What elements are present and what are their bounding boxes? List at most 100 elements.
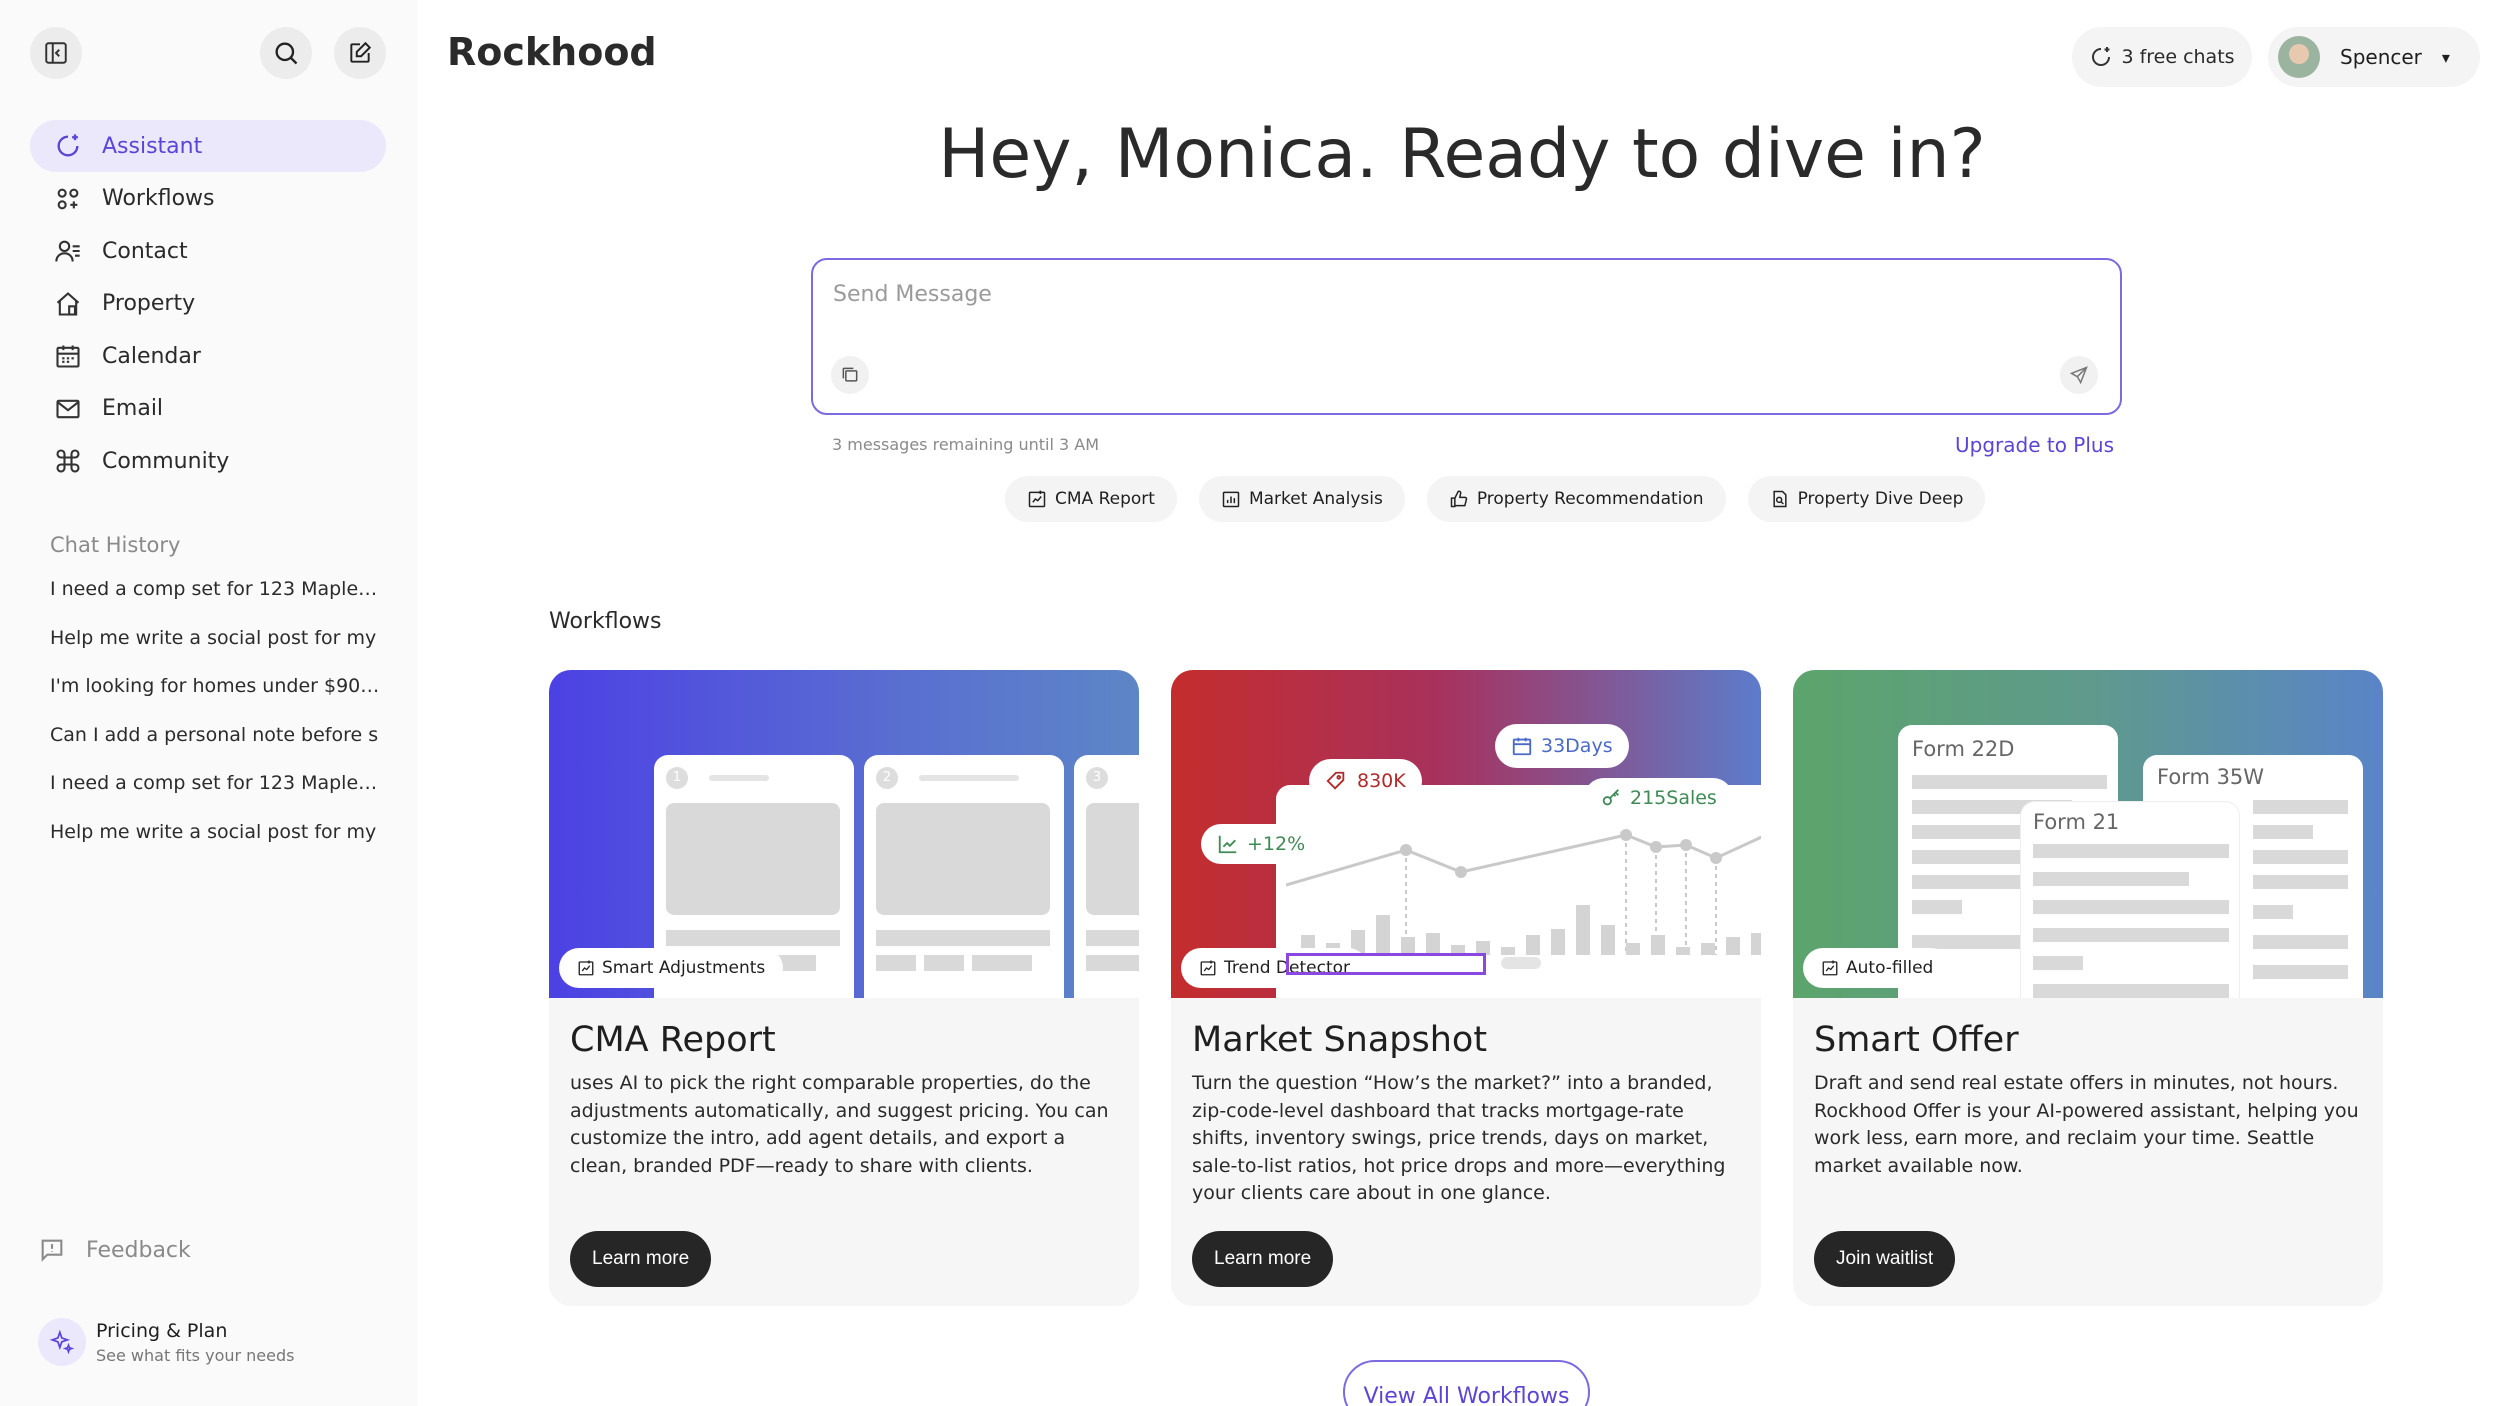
chart-icon xyxy=(1222,491,1240,508)
chip-label: Property Recommendation xyxy=(1476,489,1704,509)
sidebar-item-workflows[interactable]: Workflows xyxy=(30,173,386,225)
chat-history-item[interactable]: Help me write a social post for my xyxy=(50,627,380,676)
learn-more-button[interactable]: Learn more xyxy=(1192,1231,1334,1287)
learn-more-button[interactable]: Learn more xyxy=(570,1231,712,1287)
calendar-icon xyxy=(1512,737,1532,756)
chevron-down-icon: ▾ xyxy=(2441,47,2450,67)
sidebar-nav: Assistant Workflows Contact Property Cal… xyxy=(30,120,386,488)
form-document: Form 21 xyxy=(2021,802,2239,998)
sparkle-icon xyxy=(38,1318,86,1366)
form-label: Form 21 xyxy=(2033,810,2120,834)
sidebar-item-label: Property xyxy=(102,291,196,316)
price-stat-pill: 830K xyxy=(1309,759,1422,803)
chat-history-item[interactable]: I need a comp set for 123 Maple S... xyxy=(50,578,380,627)
card-title: Smart Offer xyxy=(1814,1020,2019,1060)
sidebar-item-calendar[interactable]: Calendar xyxy=(30,330,386,382)
chip-property-recommendation[interactable]: Property Recommendation xyxy=(1426,476,1726,522)
pricing-subtitle: See what fits your needs xyxy=(96,1345,295,1365)
thumbs-up-icon xyxy=(1450,490,1468,508)
comp-panel: 3 xyxy=(1074,755,1139,998)
chip-label: Market Analysis xyxy=(1248,489,1383,509)
pricing-text: Pricing & Plan See what fits your needs xyxy=(96,1320,294,1365)
sidebar-item-email[interactable]: Email xyxy=(30,383,386,435)
avatar xyxy=(2278,36,2320,78)
chip-label: Property Dive Deep xyxy=(1797,489,1964,509)
chip-cma-report[interactable]: CMA Report xyxy=(1005,476,1177,522)
message-input[interactable] xyxy=(833,282,2033,307)
card-description: uses AI to pick the right comparable pro… xyxy=(570,1072,1109,1177)
suggestion-chips: CMA Report Market Analysis Property Reco… xyxy=(1005,476,1986,522)
form-label: Form 22D xyxy=(1912,737,2015,761)
toggle-sidebar-button[interactable] xyxy=(30,27,82,79)
free-chats-label: 3 free chats xyxy=(2121,46,2235,68)
contact-icon xyxy=(52,235,84,267)
sidebar-item-label: Assistant xyxy=(102,133,203,159)
card-body: CMA Report uses AI to pick the right com… xyxy=(570,1020,1120,1180)
card-description: Turn the question “How’s the market?” in… xyxy=(1192,1072,1726,1204)
step-number: 2 xyxy=(876,767,898,789)
sidebar-item-contact[interactable]: Contact xyxy=(30,225,386,277)
feedback-link[interactable]: Feedback xyxy=(38,1236,191,1264)
messages-remaining: 3 messages remaining until 3 AM xyxy=(832,435,1100,454)
chat-history-item[interactable]: I need a comp set for 123 Maple Str xyxy=(50,772,380,821)
feedback-icon xyxy=(41,1239,63,1262)
sales-stat-pill: 215Sales xyxy=(1584,778,1733,818)
trend-up-icon xyxy=(1218,835,1237,854)
key-icon xyxy=(1602,789,1619,806)
card-title: CMA Report xyxy=(570,1020,776,1060)
sidebar: Assistant Workflows Contact Property Cal… xyxy=(0,0,417,1406)
sidebar-item-label: Community xyxy=(102,448,230,474)
assistant-icon xyxy=(2092,47,2111,66)
sidebar-item-community[interactable]: Community xyxy=(30,435,386,487)
pricing-title: Pricing & Plan xyxy=(96,1319,228,1342)
workflow-card-market-snapshot[interactable]: 830K 33Days 215Sales +12% Trend Detector… xyxy=(1171,670,1761,1306)
sidebar-item-label: Email xyxy=(102,396,164,421)
change-stat-pill: +12% xyxy=(1201,824,1322,864)
workflow-card-cma-report[interactable]: 1 2 3 Smart Adjustments CMA Report uses … xyxy=(549,670,1139,1306)
user-menu[interactable]: Spencer ▾ xyxy=(2268,27,2480,87)
community-icon xyxy=(52,445,84,477)
join-waitlist-button[interactable]: Join waitlist xyxy=(1814,1231,1956,1287)
chat-history-list: I need a comp set for 123 Maple S... Hel… xyxy=(50,578,380,869)
workflow-card-smart-offer[interactable]: Form 22D Form 35W Form 21 Auto-filled Sm… xyxy=(1793,670,2383,1306)
email-icon xyxy=(52,393,84,425)
new-chat-button[interactable] xyxy=(334,27,386,79)
view-all-workflows-button[interactable]: View All Workflows xyxy=(1343,1360,1590,1406)
edit-icon xyxy=(350,41,372,63)
change-stat: +12% xyxy=(1247,833,1306,855)
chip-market-analysis[interactable]: Market Analysis xyxy=(1198,476,1405,522)
brand-title: Rockhood xyxy=(447,30,657,74)
pricing-plan-link[interactable]: Pricing & Plan See what fits your needs xyxy=(38,1318,294,1366)
badge-label: Auto-filled xyxy=(1846,958,1934,978)
property-icon xyxy=(52,288,84,320)
sidebar-item-property[interactable]: Property xyxy=(30,278,386,330)
attach-button[interactable] xyxy=(831,356,869,394)
chat-history-item[interactable]: Help me write a social post for my xyxy=(50,821,380,870)
document-search-icon xyxy=(1772,490,1787,508)
user-name: Spencer xyxy=(2340,45,2422,69)
card-title: Market Snapshot xyxy=(1192,1020,1488,1060)
feature-badge: Auto-filled xyxy=(1803,948,1952,988)
feedback-label: Feedback xyxy=(86,1237,191,1263)
days-stat-pill: 33Days xyxy=(1495,724,1629,768)
smart-offer-illustration: Form 22D Form 35W Form 21 Auto-filled xyxy=(1793,670,2383,998)
sidebar-item-label: Calendar xyxy=(102,343,201,369)
days-stat: 33Days xyxy=(1541,735,1613,757)
sales-stat: 215Sales xyxy=(1630,787,1717,809)
badge-label: Smart Adjustments xyxy=(602,958,766,978)
sidebar-item-assistant[interactable]: Assistant xyxy=(30,120,386,172)
send-button[interactable] xyxy=(2060,356,2098,394)
upgrade-link[interactable]: Upgrade to Plus xyxy=(1955,433,2114,457)
step-number: 3 xyxy=(1086,767,1108,789)
price-stat: 830K xyxy=(1357,770,1406,792)
report-icon xyxy=(1028,490,1046,508)
workflows-section-title: Workflows xyxy=(549,609,662,634)
chip-property-dive-deep[interactable]: Property Dive Deep xyxy=(1747,476,1986,522)
search-button[interactable] xyxy=(260,27,312,79)
sidebar-toolbar xyxy=(30,27,386,79)
cma-report-illustration: 1 2 3 Smart Adjustments xyxy=(549,670,1139,998)
chat-history-item[interactable]: Can I add a personal note before s xyxy=(50,724,380,773)
free-chats-button[interactable]: 3 free chats xyxy=(2072,27,2252,87)
chat-history-item[interactable]: I'm looking for homes under $900K xyxy=(50,675,380,724)
calendar-icon xyxy=(52,340,84,372)
